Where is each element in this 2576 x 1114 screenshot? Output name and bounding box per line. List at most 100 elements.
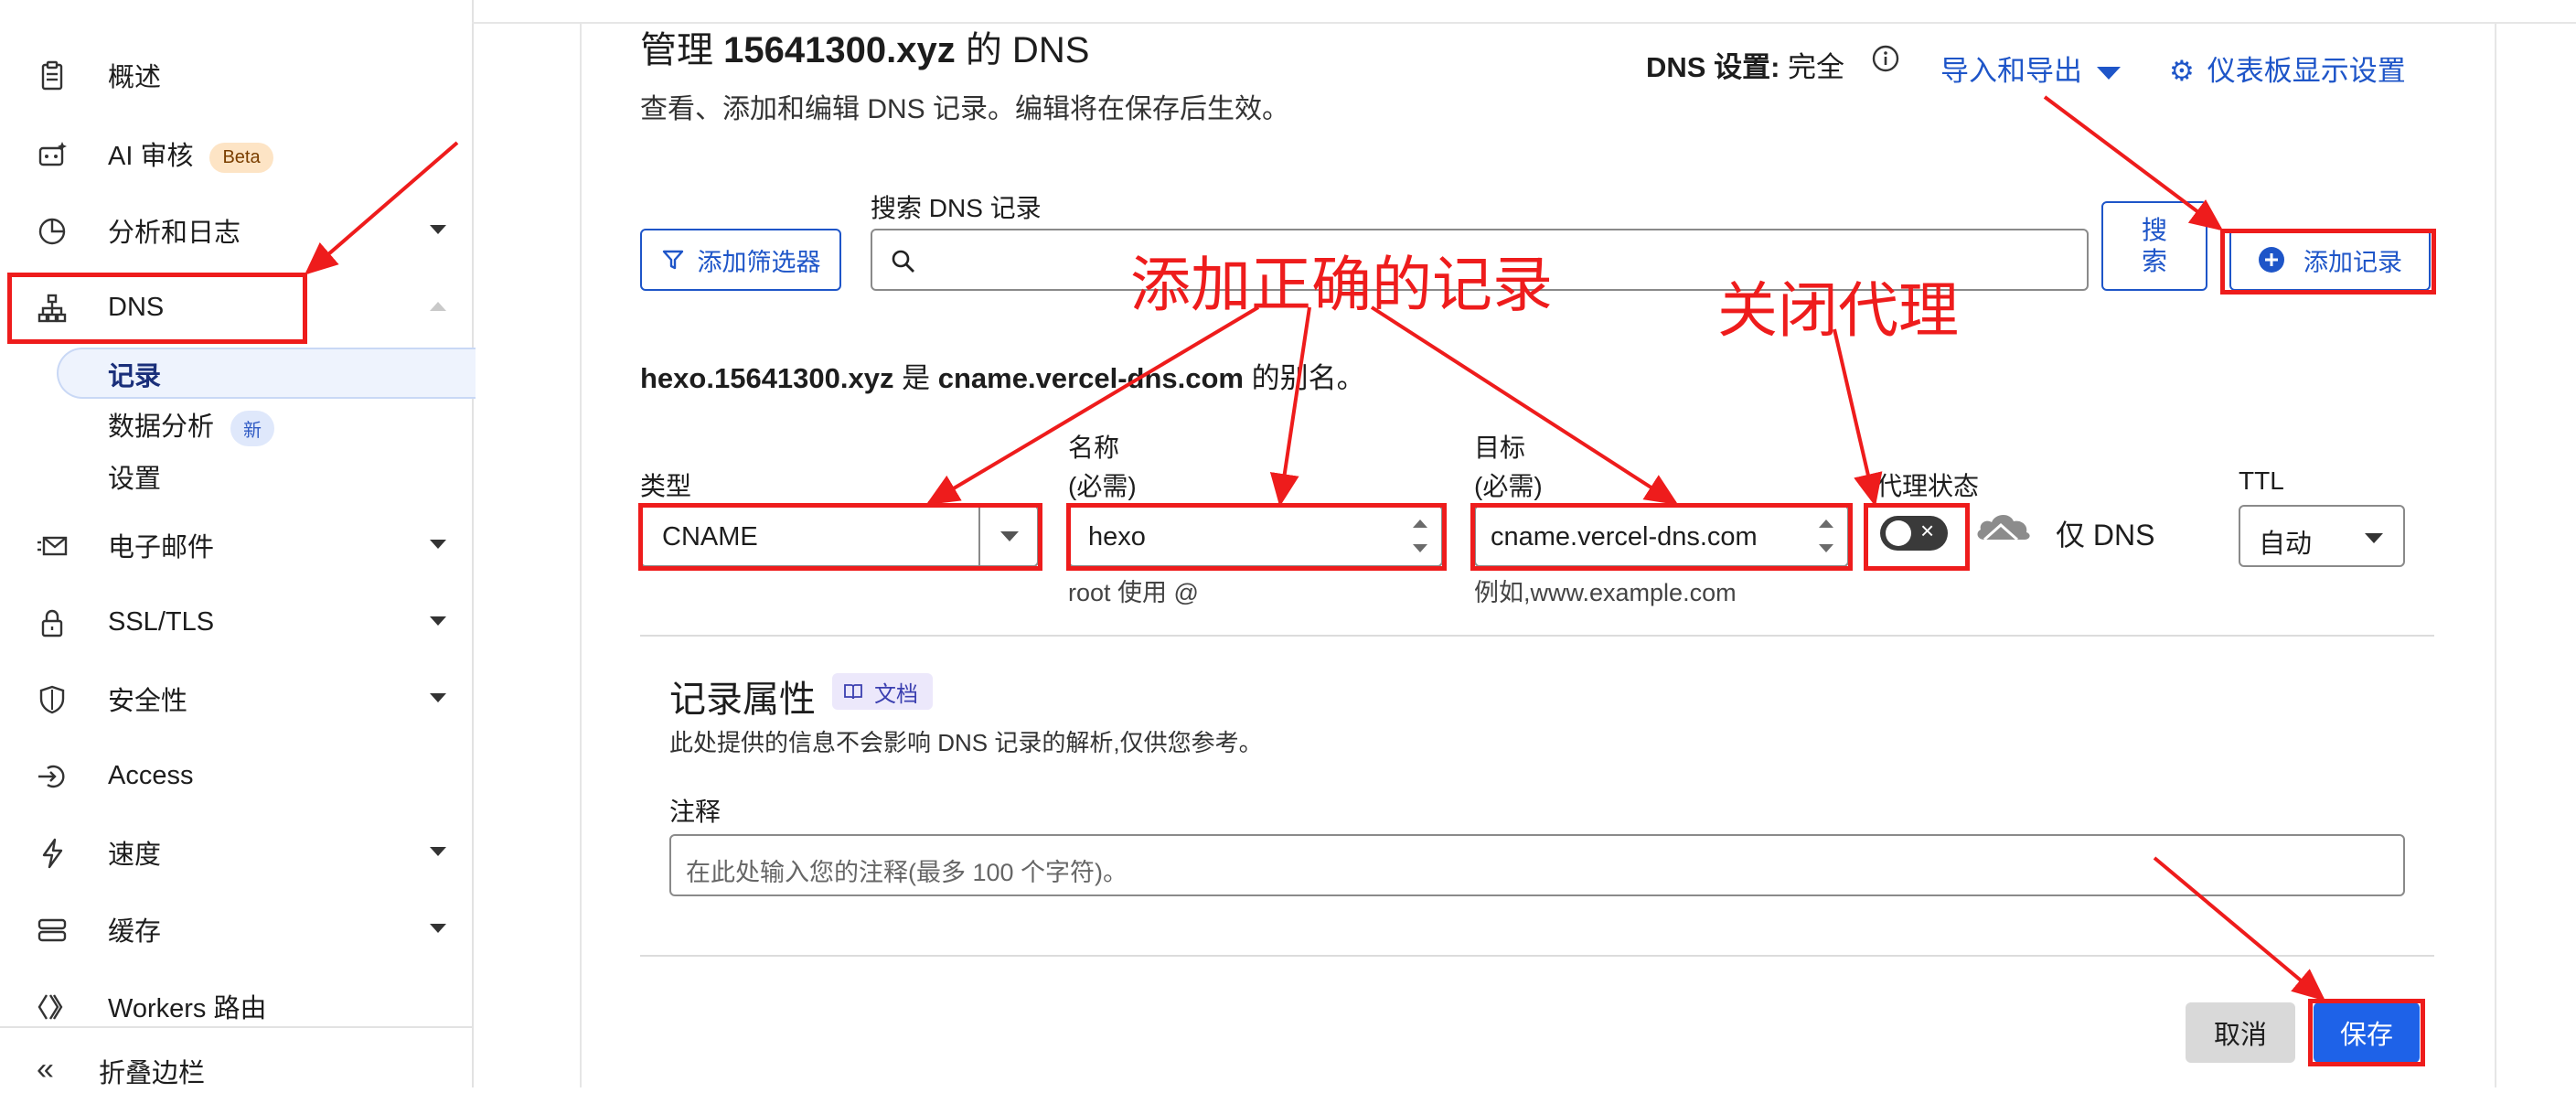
target-hint: 例如,www.example.com: [1474, 579, 1737, 606]
proxy-toggle[interactable]: ×: [1880, 516, 1948, 551]
spinner-icon[interactable]: [1816, 514, 1836, 558]
chevron-down-icon: [1000, 531, 1019, 541]
sidebar-item-ssl[interactable]: SSL/TLS: [0, 594, 472, 649]
arrow-to-proxy: [1833, 328, 1883, 507]
sidebar-item-dns[interactable]: DNS: [0, 280, 472, 335]
sidebar-item-label: Workers 路由: [108, 994, 267, 1023]
chevron-down-icon[interactable]: [430, 847, 446, 856]
mail-icon: [37, 536, 68, 556]
chevron-down-icon[interactable]: [430, 693, 446, 702]
alias-note: hexo.15641300.xyz 是 cname.vercel-dns.com…: [640, 362, 1365, 394]
chevron-down-icon[interactable]: [430, 924, 446, 933]
section-divider: [640, 955, 2434, 957]
page-subtitle: 查看、添加和编辑 DNS 记录。编辑将在保存后生效。: [640, 94, 1290, 124]
arrow-to-name: [1269, 306, 1311, 507]
search-button[interactable]: 搜 索: [2101, 201, 2207, 291]
dns-setting-status: DNS 设置: 完全: [1646, 51, 1845, 83]
sidebar-item-cache[interactable]: 缓存: [0, 902, 472, 957]
import-export-button[interactable]: 导入和导出: [1940, 48, 2121, 89]
lock-icon: [41, 609, 63, 637]
proxy-status-value: 仅 DNS: [2056, 519, 2155, 552]
divider: [0, 1026, 472, 1028]
sidebar-subitem-records[interactable]: 记录: [108, 355, 161, 393]
name-input[interactable]: hexo: [1068, 505, 1443, 567]
type-value: CNAME: [662, 522, 758, 552]
sidebar-item-label: 速度: [108, 841, 162, 870]
target-value: cname.vercel-dns.com: [1491, 522, 1758, 552]
chevron-down-icon: [2365, 533, 2383, 543]
search-icon: [892, 250, 914, 273]
name-required-note: (必需): [1068, 472, 1137, 500]
content-border-right: [2495, 24, 2496, 1087]
sidebar-item-overview[interactable]: 概述: [0, 48, 472, 102]
annotation-close-proxy: 关闭代理: [1717, 275, 1959, 346]
caret-down-icon: [2097, 66, 2121, 80]
filter-icon: [662, 250, 683, 270]
chevron-down-icon[interactable]: [430, 540, 446, 549]
save-button[interactable]: 保存: [2314, 1002, 2420, 1063]
type-select[interactable]: CNAME: [640, 505, 1039, 567]
search-label: 搜索 DNS 记录: [871, 194, 1042, 222]
ai-bot-icon: [38, 142, 67, 166]
search-button-label: 搜: [2141, 216, 2167, 244]
plus-circle-icon: [2259, 247, 2284, 273]
sidebar-item-label: 电子邮件: [108, 533, 215, 562]
select-divider: [978, 507, 980, 565]
cloud-icon: [1977, 514, 2030, 541]
comment-label: 注释: [669, 798, 721, 826]
sidebar-item-workers[interactable]: Workers 路由: [0, 979, 472, 1034]
sidebar-item-email[interactable]: 电子邮件: [0, 518, 472, 573]
sidebar-item-label: AI 审核: [108, 142, 194, 171]
new-badge: 新: [230, 410, 275, 446]
add-record-label: 添加记录: [2303, 248, 2402, 276]
close-icon: ×: [1920, 517, 1935, 544]
dashboard-display-settings[interactable]: ⚙ 仪表板显示设置: [2169, 48, 2406, 89]
sidebar-item-ai-audit[interactable]: AI 审核 Beta: [0, 126, 472, 181]
add-record-button[interactable]: 添加记录: [2229, 229, 2431, 291]
content-border: [580, 24, 582, 1087]
sidebar-item-access[interactable]: Access: [0, 748, 472, 803]
collapse-sidebar-button[interactable]: « 折叠边栏: [0, 1052, 472, 1114]
type-label: 类型: [640, 472, 692, 500]
proxy-status-label: 代理状态: [1876, 472, 1980, 500]
target-label: 目标: [1474, 434, 1526, 462]
sidebar-subitem-settings[interactable]: 设置: [108, 457, 161, 496]
double-chevron-left-icon: «: [37, 1052, 54, 1087]
ttl-value: 自动: [2259, 530, 2313, 559]
toggle-knob: [1886, 520, 1911, 546]
sidebar-item-label: SSL/TLS: [108, 606, 215, 637]
page-title: 管理 15641300.xyz 的 DNS: [640, 30, 1090, 70]
pie-chart-icon: [38, 218, 66, 245]
sidebar-item-label: Access: [108, 760, 194, 790]
chevron-down-icon[interactable]: [430, 225, 446, 234]
search-button-label: 索: [2141, 247, 2167, 275]
sidebar-item-label: 分析和日志: [108, 219, 241, 248]
sidebar-item-analytics[interactable]: 分析和日志: [0, 203, 472, 258]
section-divider: [640, 635, 2434, 637]
comment-input[interactable]: 在此处输入您的注释(最多 100 个字符)。: [669, 834, 2405, 896]
sidebar-item-label: DNS: [108, 292, 165, 322]
docs-link[interactable]: 文档: [832, 673, 933, 710]
add-filter-label: 添加筛选器: [697, 248, 821, 276]
sidebar-item-label: 概述: [108, 63, 162, 92]
sidebar-subitem-label: 数据分析: [108, 412, 215, 442]
gear-icon: ⚙: [2169, 55, 2195, 87]
beta-badge: Beta: [209, 142, 273, 173]
name-label: 名称: [1068, 434, 1120, 462]
chevron-down-icon[interactable]: [430, 616, 446, 626]
network-icon: [37, 294, 67, 323]
name-hint: root 使用 @: [1068, 579, 1199, 606]
clipboard-icon: [41, 60, 63, 91]
sidebar-subitem-analytics[interactable]: 数据分析新: [108, 405, 275, 446]
sidebar-item-speed[interactable]: 速度: [0, 825, 472, 880]
book-icon: [844, 684, 862, 700]
target-input[interactable]: cname.vercel-dns.com: [1474, 505, 1849, 567]
ttl-select[interactable]: 自动: [2239, 505, 2405, 567]
add-filter-button[interactable]: 添加筛选器: [640, 229, 841, 291]
info-icon[interactable]: [1871, 44, 1900, 73]
sidebar-item-security[interactable]: 安全性: [0, 671, 472, 726]
storage-icon: [37, 918, 67, 942]
cancel-button[interactable]: 取消: [2186, 1002, 2295, 1063]
spinner-icon[interactable]: [1410, 514, 1430, 558]
chevron-up-icon[interactable]: [430, 302, 446, 311]
